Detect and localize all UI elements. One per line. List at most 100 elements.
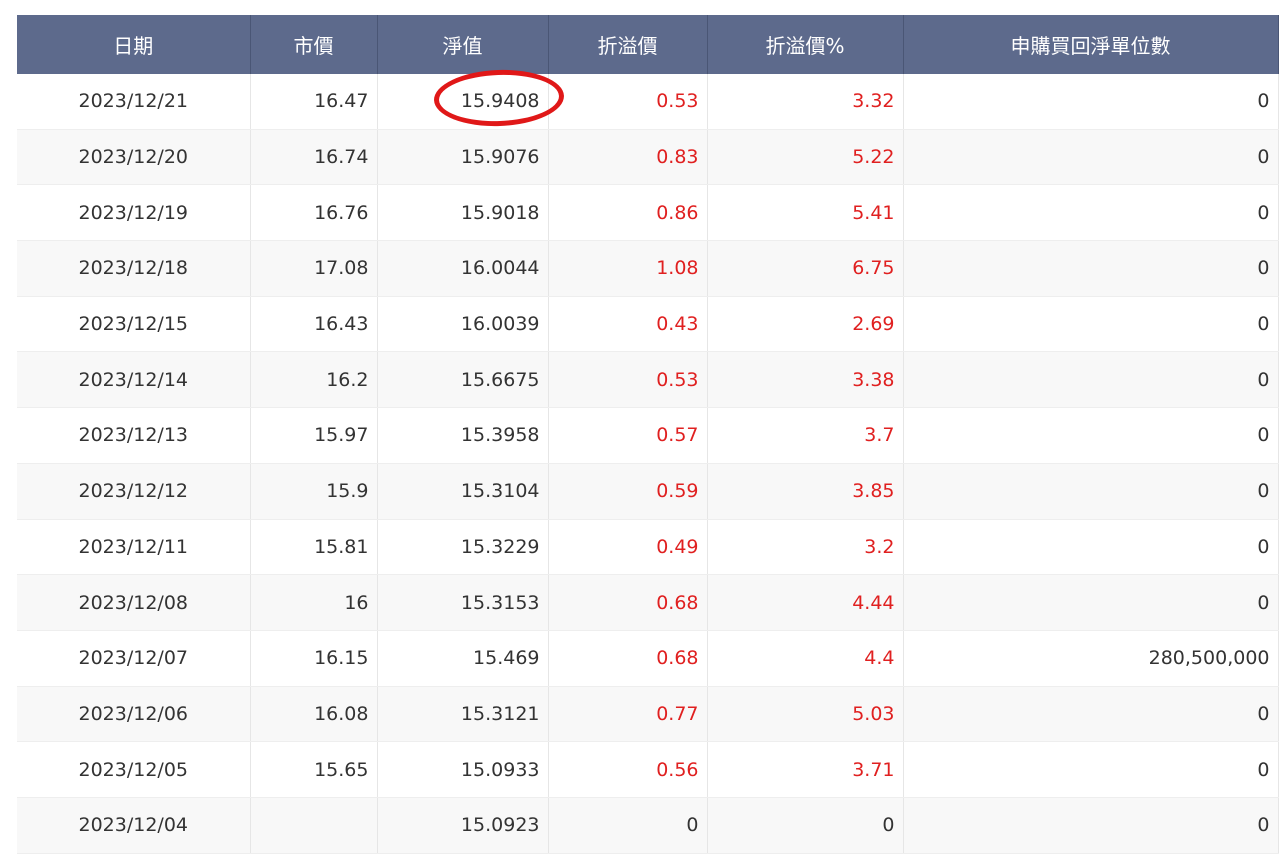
table-row: 2023/12/18 17.08 16.0044 1.08 6.75 0 (17, 240, 1279, 297)
cell-market-price: 17.08 (250, 240, 378, 297)
cell-premium-pct: 6.75 (707, 240, 904, 297)
table-row: 2023/12/07 16.15 15.469 0.68 4.4 280,500,000 (17, 630, 1279, 687)
cell-premium-pct: 5.22 (707, 129, 904, 186)
cell-net-units: 0 (903, 519, 1279, 576)
cell-premium: 0.77 (548, 686, 708, 743)
column-header-net-units: 申購買回淨單位數 (903, 15, 1279, 74)
cell-premium-pct: 4.4 (707, 630, 904, 687)
cell-nav: 16.0039 (377, 296, 549, 353)
cell-premium-pct: 0 (707, 797, 904, 854)
cell-premium: 1.08 (548, 240, 708, 297)
cell-nav: 15.3153 (377, 574, 549, 631)
cell-net-units: 0 (903, 240, 1279, 297)
cell-nav: 15.3104 (377, 463, 549, 520)
cell-premium-pct: 3.38 (707, 351, 904, 409)
cell-date: 2023/12/12 (17, 463, 251, 520)
cell-net-units: 0 (903, 797, 1279, 854)
cell-date: 2023/12/06 (17, 686, 251, 743)
cell-date: 2023/12/14 (17, 351, 251, 409)
cell-market-price (250, 797, 378, 854)
cell-market-price: 16.76 (250, 184, 378, 242)
table-row: 2023/12/19 16.76 15.9018 0.86 5.41 0 (17, 184, 1279, 242)
cell-premium-pct: 5.41 (707, 184, 904, 242)
cell-market-price: 15.97 (250, 407, 378, 464)
cell-date: 2023/12/19 (17, 184, 251, 242)
cell-premium-pct: 5.03 (707, 686, 904, 743)
cell-premium: 0.83 (548, 129, 708, 186)
table-row: 2023/12/04 15.0923 0 0 0 (17, 797, 1279, 854)
cell-premium-pct: 3.32 (707, 74, 904, 130)
column-header-nav: 淨值 (377, 15, 549, 74)
cell-market-price: 16.15 (250, 630, 378, 687)
cell-market-price: 16.08 (250, 686, 378, 743)
header-row: 日期 市價 淨值 折溢價 折溢價% 申購買回淨單位數 (17, 15, 1279, 74)
cell-nav: 15.3958 (377, 407, 549, 464)
table-row: 2023/12/05 15.65 15.0933 0.56 3.71 0 (17, 741, 1279, 798)
cell-net-units: 0 (903, 74, 1279, 130)
table-row: 2023/12/20 16.74 15.9076 0.83 5.22 0 (17, 129, 1279, 186)
cell-net-units: 0 (903, 184, 1279, 242)
table-row: 2023/12/13 15.97 15.3958 0.57 3.7 0 (17, 407, 1279, 464)
cell-market-price: 16.43 (250, 296, 378, 353)
cell-premium-pct: 3.7 (707, 407, 904, 464)
cell-net-units: 0 (903, 407, 1279, 464)
cell-date: 2023/12/20 (17, 129, 251, 186)
cell-market-price: 16.2 (250, 351, 378, 409)
cell-premium-pct: 2.69 (707, 296, 904, 353)
cell-date: 2023/12/07 (17, 630, 251, 687)
cell-nav: 15.9018 (377, 184, 549, 242)
cell-net-units: 0 (903, 351, 1279, 409)
cell-premium: 0.53 (548, 74, 708, 130)
table-row: 2023/12/08 16 15.3153 0.68 4.44 0 (17, 574, 1279, 631)
cell-premium: 0.68 (548, 630, 708, 687)
cell-net-units: 0 (903, 574, 1279, 631)
table-row: 2023/12/11 15.81 15.3229 0.49 3.2 0 (17, 519, 1279, 576)
cell-market-price: 16.74 (250, 129, 378, 186)
cell-nav: 16.0044 (377, 240, 549, 297)
cell-nav: 15.3229 (377, 519, 549, 576)
column-header-premium: 折溢價 (548, 15, 708, 74)
cell-market-price: 15.65 (250, 741, 378, 798)
cell-market-price: 15.9 (250, 463, 378, 520)
cell-premium-pct: 4.44 (707, 574, 904, 631)
cell-net-units: 0 (903, 296, 1279, 353)
cell-premium: 0.86 (548, 184, 708, 242)
column-header-market-price: 市價 (250, 15, 378, 74)
cell-nav: 15.9076 (377, 129, 549, 186)
cell-date: 2023/12/04 (17, 797, 251, 854)
cell-date: 2023/12/15 (17, 296, 251, 353)
cell-premium: 0.53 (548, 351, 708, 409)
cell-date: 2023/12/08 (17, 574, 251, 631)
cell-date: 2023/12/18 (17, 240, 251, 297)
cell-market-price: 15.81 (250, 519, 378, 576)
column-header-date: 日期 (17, 15, 251, 74)
table-row: 2023/12/12 15.9 15.3104 0.59 3.85 0 (17, 463, 1279, 520)
table-row: 2023/12/14 16.2 15.6675 0.53 3.38 0 (17, 351, 1279, 409)
cell-premium: 0.68 (548, 574, 708, 631)
cell-premium: 0.57 (548, 407, 708, 464)
cell-nav: 15.9408 (377, 74, 549, 130)
nav-premium-table: 日期 市價 淨值 折溢價 折溢價% 申購買回淨單位數 2023/12/21 16.47 15.… (17, 15, 1279, 854)
cell-date: 2023/12/13 (17, 407, 251, 464)
cell-premium: 0.49 (548, 519, 708, 576)
cell-nav: 15.3121 (377, 686, 549, 743)
cell-premium-pct: 3.2 (707, 519, 904, 576)
cell-nav: 15.0933 (377, 741, 549, 798)
table-row: 2023/12/06 16.08 15.3121 0.77 5.03 0 (17, 686, 1279, 743)
table-row: 2023/12/21 16.47 15.9408 0.53 3.32 0 (17, 74, 1279, 130)
cell-net-units: 0 (903, 129, 1279, 186)
cell-premium-pct: 3.71 (707, 741, 904, 798)
cell-net-units: 280,500,000 (903, 630, 1279, 687)
cell-nav: 15.469 (377, 630, 549, 687)
column-header-premium-pct: 折溢價% (707, 15, 904, 74)
cell-net-units: 0 (903, 686, 1279, 743)
cell-net-units: 0 (903, 463, 1279, 520)
cell-date: 2023/12/11 (17, 519, 251, 576)
cell-market-price: 16 (250, 574, 378, 631)
cell-net-units: 0 (903, 741, 1279, 798)
table-row: 2023/12/15 16.43 16.0039 0.43 2.69 0 (17, 296, 1279, 353)
cell-nav: 15.0923 (377, 797, 549, 854)
cell-premium: 0.59 (548, 463, 708, 520)
cell-date: 2023/12/21 (17, 74, 251, 130)
cell-premium: 0 (548, 797, 708, 854)
